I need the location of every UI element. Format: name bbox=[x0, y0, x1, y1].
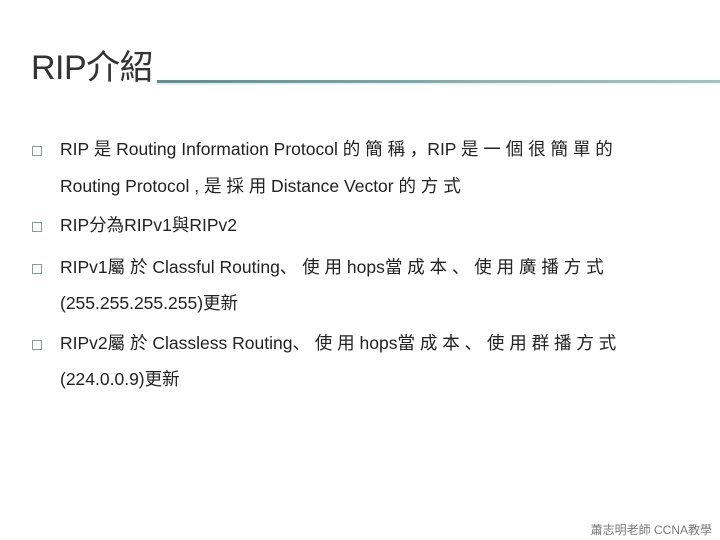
bullet-text-line: RIP分為RIPv1與RIPv2 bbox=[60, 215, 237, 235]
bullet-text-line: RIPv2屬 於 Classless Routing、 使 用 hops當 成 … bbox=[60, 333, 617, 353]
hollow-square-icon bbox=[32, 264, 42, 274]
title-underline-shadow bbox=[157, 83, 720, 85]
hollow-square-icon bbox=[32, 146, 42, 156]
hollow-square-icon bbox=[32, 340, 42, 350]
bullet-text-line: RIPv1屬 於 Classful Routing、 使 用 hops當 成 本… bbox=[60, 257, 604, 277]
bullet-text-line: (255.255.255.255)更新 bbox=[60, 293, 239, 313]
bullet-text-line: Routing Protocol , 是 採 用 Distance Vector… bbox=[60, 176, 461, 196]
hollow-square-icon bbox=[32, 222, 42, 232]
slide-footer: 蕭志明老師 CCNA教學 bbox=[590, 523, 712, 537]
bullet-text-line: RIP 是 Routing Information Protocol 的 簡 稱… bbox=[60, 139, 613, 159]
slide-title: RIP介紹 bbox=[31, 49, 154, 87]
bullet-text-line: (224.0.0.9)更新 bbox=[60, 369, 180, 389]
